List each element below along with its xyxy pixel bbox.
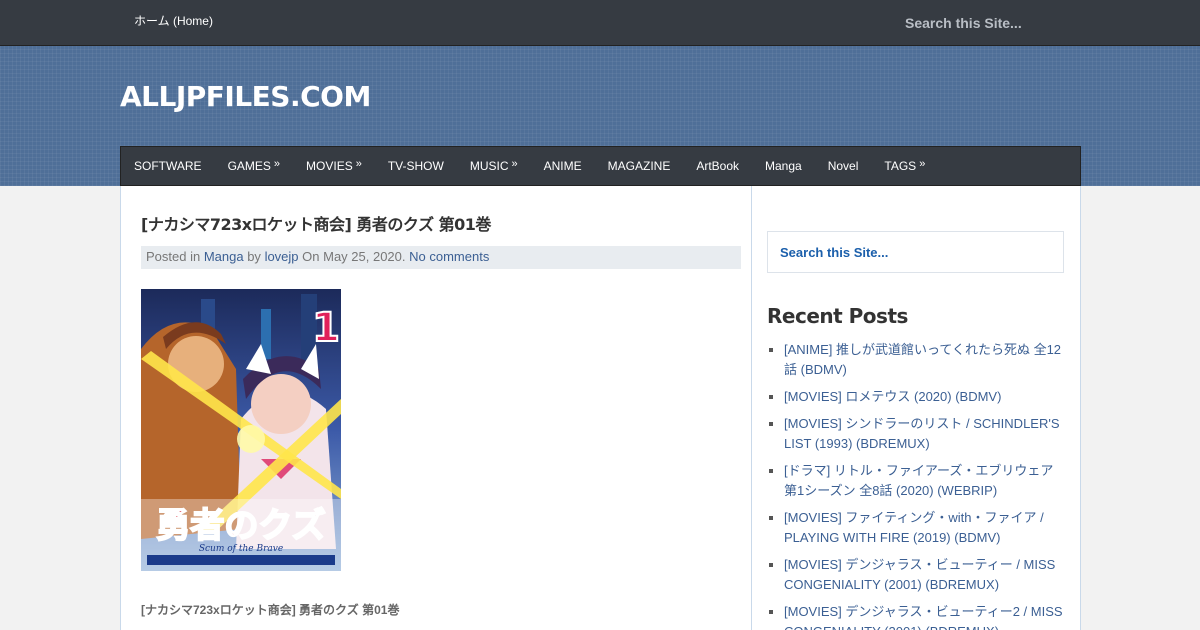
sidebar-search-input[interactable] — [767, 231, 1064, 273]
recent-post-item[interactable]: [ドラマ] リトル・ファイアーズ・エブリウェア 第1シーズン 全8話 (2020… — [767, 461, 1067, 501]
cover-illustration: 1 勇者のクズ Scum of the Brave — [141, 289, 341, 571]
content-area: [ナカシマ723xロケット商会] 勇者のクズ 第01巻 Posted in Ma… — [120, 186, 1081, 630]
top-bar: ホーム (Home) — [0, 0, 1200, 46]
nav-label: TV-SHOW — [387, 159, 444, 173]
recent-post-link[interactable]: [MOVIES] ファイティング・with・ファイア / PLAYING WIT… — [784, 510, 1044, 545]
main-column: [ナカシマ723xロケット商会] 勇者のクズ 第01巻 Posted in Ma… — [121, 186, 752, 630]
recent-posts-list: [ANIME] 推しが武道館いってくれたら死ぬ 全12話 (BDMV) [MOV… — [767, 340, 1067, 630]
recent-post-link[interactable]: [MOVIES] シンドラーのリスト / SCHINDLER'S LIST (1… — [784, 416, 1060, 451]
nav-label: SOFTWARE — [134, 159, 202, 173]
nav-label: Manga — [765, 159, 802, 173]
recent-post-item[interactable]: [MOVIES] デンジャラス・ビューティー / MISS CONGENIALI… — [767, 555, 1067, 595]
recent-post-link[interactable]: [MOVIES] デンジャラス・ビューティー / MISS CONGENIALI… — [784, 557, 1055, 592]
home-link[interactable]: ホーム (Home) — [134, 12, 213, 29]
nav-label: TAGS — [884, 159, 917, 173]
nav-item-music[interactable]: MUSIC» — [457, 147, 531, 185]
meta-date: On May 25, 2020. — [302, 249, 406, 264]
manga-cover-image[interactable]: 1 勇者のクズ Scum of the Brave — [141, 289, 341, 571]
nav-item-movies[interactable]: MOVIES» — [293, 147, 375, 185]
cover-volume-number: 1 — [312, 305, 340, 351]
nav-label: MOVIES — [306, 159, 353, 173]
bullet-icon — [769, 348, 773, 352]
recent-post-item[interactable]: [MOVIES] シンドラーのリスト / SCHINDLER'S LIST (1… — [767, 414, 1067, 454]
top-search-input[interactable] — [890, 8, 1070, 38]
nav-label: ArtBook — [696, 159, 740, 173]
recent-posts-title: Recent Posts — [767, 304, 908, 328]
submenu-arrow-icon: » — [511, 158, 518, 170]
nav-item-manga[interactable]: Manga — [752, 147, 815, 185]
recent-post-link[interactable]: [MOVIES] ロメテウス (2020) (BDMV) — [784, 389, 1001, 404]
submenu-arrow-icon: » — [919, 158, 926, 170]
bullet-icon — [769, 395, 773, 399]
submenu-arrow-icon: » — [273, 158, 281, 170]
nav-item-artbook[interactable]: ArtBook — [683, 147, 752, 185]
sidebar: Recent Posts [ANIME] 推しが武道館いってくれたら死ぬ 全12… — [753, 186, 1081, 630]
recent-post-item[interactable]: [MOVIES] デンジャラス・ビューティー2 / MISS CONGENIAL… — [767, 602, 1067, 630]
site-title[interactable]: ALLJPFILES.COM — [120, 80, 371, 113]
nav-item-magazine[interactable]: MAGAZINE — [595, 147, 684, 185]
site-header: ALLJPFILES.COM SOFTWARE GAMES» MOVIES» T… — [0, 46, 1200, 186]
nav-item-tv-show[interactable]: TV-SHOW — [375, 147, 457, 185]
bullet-icon — [769, 516, 773, 520]
meta-by: by — [247, 249, 261, 264]
meta-posted-in: Posted in — [146, 249, 201, 264]
nav-label: GAMES — [227, 159, 271, 173]
nav-item-games[interactable]: GAMES» — [215, 147, 293, 185]
nav-label: ANIME — [543, 159, 582, 173]
bullet-icon — [769, 610, 773, 614]
nav-label: Novel — [827, 159, 859, 173]
cover-subtitle-text: Scum of the Brave — [199, 544, 283, 554]
submenu-arrow-icon: » — [355, 158, 362, 170]
category-link[interactable]: Manga — [204, 249, 244, 264]
recent-post-item[interactable]: [MOVIES] ファイティング・with・ファイア / PLAYING WIT… — [767, 508, 1067, 548]
bullet-icon — [769, 422, 773, 426]
recent-post-item[interactable]: [ANIME] 推しが武道館いってくれたら死ぬ 全12話 (BDMV) — [767, 340, 1067, 380]
recent-post-link[interactable]: [ANIME] 推しが武道館いってくれたら死ぬ 全12話 (BDMV) — [784, 342, 1061, 377]
nav-item-software[interactable]: SOFTWARE — [121, 147, 215, 185]
cover-title-text: 勇者のクズ — [156, 506, 325, 546]
nav-item-tags[interactable]: TAGS» — [871, 147, 938, 185]
post-title[interactable]: [ナカシマ723xロケット商会] 勇者のクズ 第01巻 — [141, 211, 491, 235]
nav-item-anime[interactable]: ANIME — [531, 147, 595, 185]
recent-post-item[interactable]: [MOVIES] ロメテウス (2020) (BDMV) — [767, 387, 1067, 407]
nav-label: MUSIC — [469, 159, 509, 173]
recent-post-link[interactable]: [ドラマ] リトル・ファイアーズ・エブリウェア 第1シーズン 全8話 (2020… — [784, 463, 1053, 498]
recent-post-link[interactable]: [MOVIES] デンジャラス・ビューティー2 / MISS CONGENIAL… — [784, 604, 1063, 630]
nav-item-novel[interactable]: Novel — [815, 147, 872, 185]
nav-label: MAGAZINE — [607, 159, 671, 173]
bullet-icon — [769, 469, 773, 473]
bullet-icon — [769, 563, 773, 567]
main-nav: SOFTWARE GAMES» MOVIES» TV-SHOW MUSIC» A… — [120, 146, 1081, 186]
post-meta: Posted in Manga by lovejp On May 25, 202… — [141, 246, 741, 269]
post-caption: [ナカシマ723xロケット商会] 勇者のクズ 第01巻 — [141, 603, 400, 617]
comments-link[interactable]: No comments — [409, 249, 489, 264]
author-link[interactable]: lovejp — [265, 249, 299, 264]
